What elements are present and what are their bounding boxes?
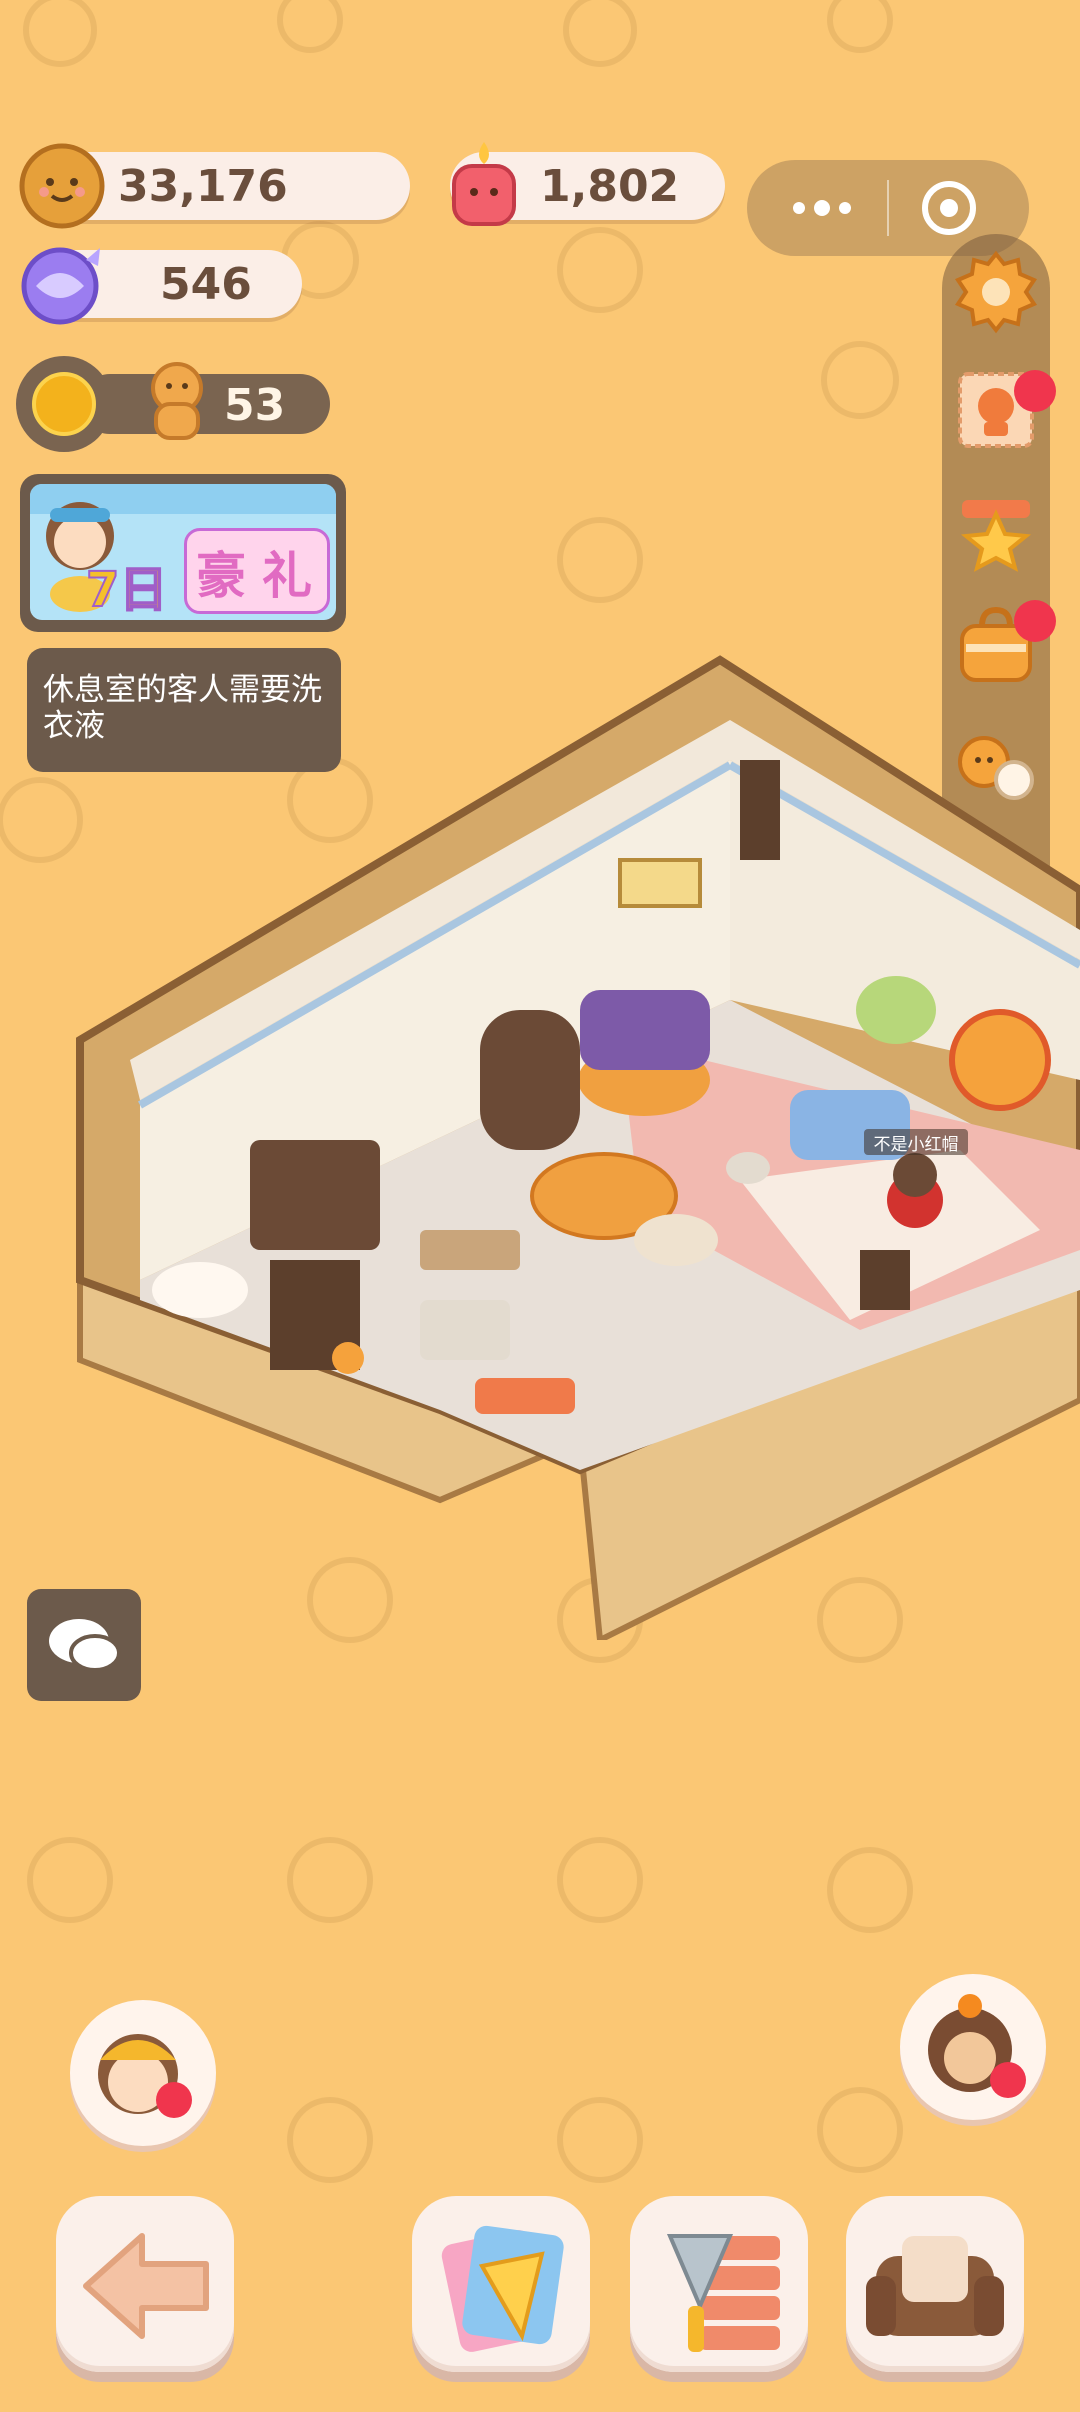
purple-candy-gem-icon [21,247,100,325]
helper-value: 53 [224,380,286,431]
coin-value: 33,176 [118,160,288,212]
construction-girl-icon [98,2034,192,2118]
more-dots-icon [793,200,851,216]
bag-notification-dot [1014,600,1056,642]
promo-day-text: 7日 [85,561,168,619]
red-candle-icon [452,142,516,226]
sun-icon [32,372,96,436]
character-name-label: 不是小红帽 [864,1129,968,1155]
star-shop-icon [960,500,1032,572]
cookie-coin-icon [19,143,105,229]
back-arrow-icon [83,2233,209,2339]
back-button[interactable] [56,2196,234,2372]
promo-text-hao: 豪 [196,547,246,605]
seven-day-gift-banner[interactable]: 7日 豪 礼 [20,474,346,632]
candle-value: 1,802 [540,160,680,212]
sofa-icon [866,2236,1004,2336]
target-close-icon [922,181,976,235]
chat-button[interactable] [27,1589,141,1701]
build-button[interactable] [630,2196,808,2372]
shop-button[interactable] [952,486,1040,574]
catalog-icon [441,2225,564,2352]
furniture-button[interactable] [846,2196,1024,2372]
gingerbread-helper-icon [151,362,203,440]
more-menu-button[interactable] [777,180,867,236]
settings-button[interactable] [952,248,1040,336]
raccoon-customer-icon [928,1994,1026,2098]
event-notification-dot [1014,370,1056,412]
promo-text-li: 礼 [262,547,312,605]
trowel-bricks-icon [666,2234,780,2352]
catalog-button[interactable] [412,2196,590,2372]
npc-girl-bubble[interactable] [70,2000,216,2146]
npc-raccoon-bubble[interactable] [900,1974,1046,2120]
gear-icon [955,250,1037,334]
gem-value: 546 [160,258,252,310]
capsule-divider [887,180,889,236]
chat-bubble-icon [49,1619,121,1672]
close-miniprogram-button[interactable] [917,176,981,240]
